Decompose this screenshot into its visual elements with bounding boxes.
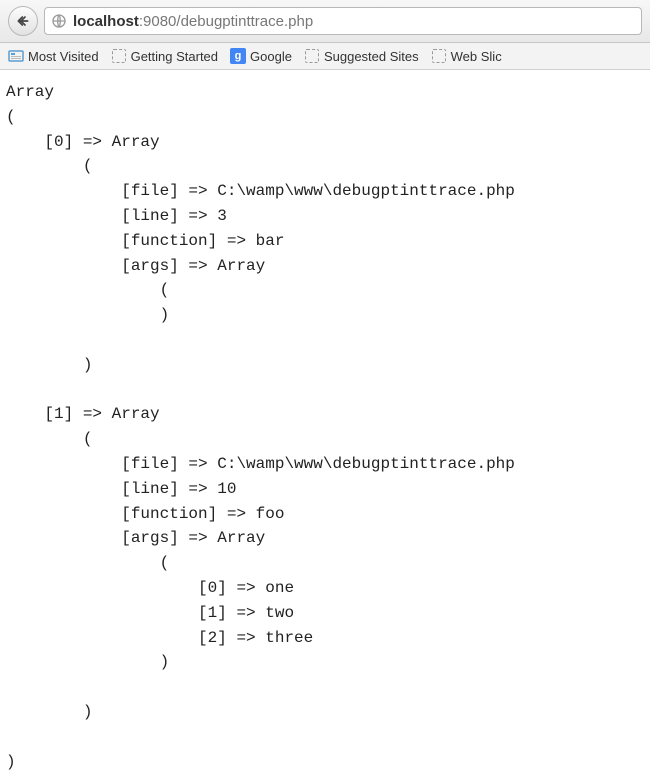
url-port: :9080 — [139, 13, 177, 30]
bookmark-web-slice[interactable]: Web Slic — [431, 48, 502, 64]
globe-icon — [51, 13, 67, 29]
bookmark-label: Suggested Sites — [324, 49, 419, 64]
browser-toolbar: localhost:9080/debugptinttrace.php — [0, 0, 650, 43]
page-icon — [111, 48, 127, 64]
page-content: Array ( [0] => Array ( [file] => C:\wamp… — [0, 70, 650, 784]
url-bar[interactable]: localhost:9080/debugptinttrace.php — [44, 7, 642, 35]
page-icon — [304, 48, 320, 64]
bookmark-google[interactable]: g Google — [230, 48, 292, 64]
page-icon — [431, 48, 447, 64]
url-host: localhost — [73, 13, 139, 30]
bookmark-most-visited[interactable]: Most Visited — [8, 48, 99, 64]
bookmark-getting-started[interactable]: Getting Started — [111, 48, 218, 64]
url-text: localhost:9080/debugptinttrace.php — [73, 13, 313, 30]
back-button[interactable] — [8, 6, 38, 36]
bookmark-label: Getting Started — [131, 49, 218, 64]
bookmark-label: Web Slic — [451, 49, 502, 64]
bookmark-label: Google — [250, 49, 292, 64]
bookmarks-bar: Most Visited Getting Started g Google Su… — [0, 43, 650, 70]
bookmark-label: Most Visited — [28, 49, 99, 64]
google-icon: g — [230, 48, 246, 64]
url-path: /debugptinttrace.php — [176, 13, 313, 30]
arrow-left-icon — [15, 13, 31, 29]
bookmark-suggested-sites[interactable]: Suggested Sites — [304, 48, 419, 64]
most-visited-icon — [8, 48, 24, 64]
